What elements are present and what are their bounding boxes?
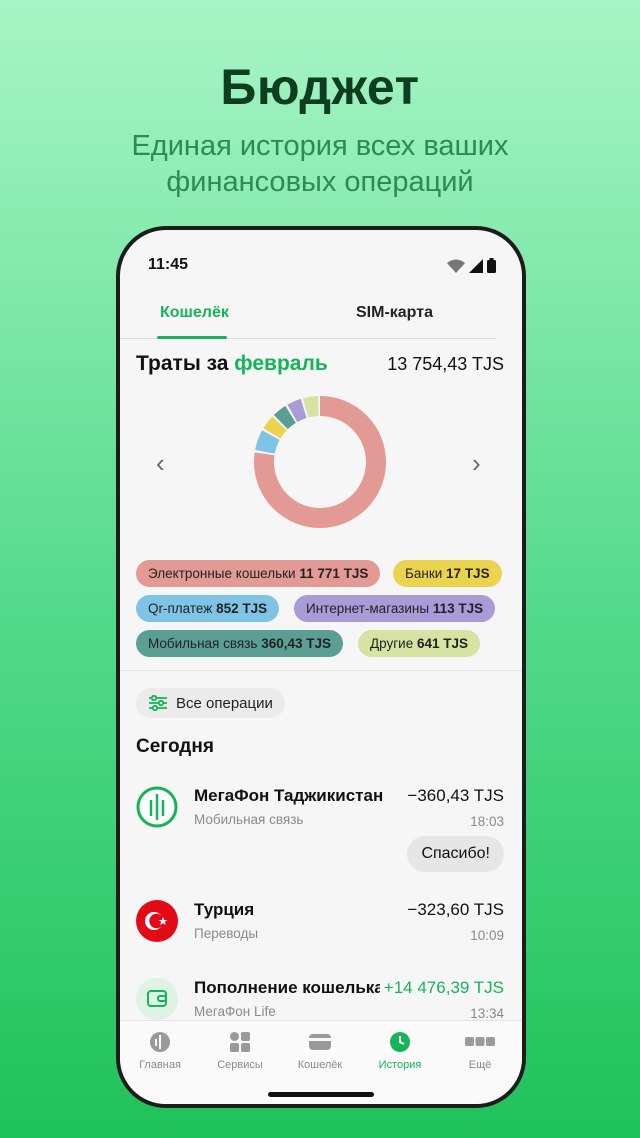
transaction-name: МегаФон Таджикистан	[194, 786, 384, 805]
megafon-logo-icon	[136, 786, 178, 828]
tabbar-more[interactable]: Ещё	[440, 1029, 520, 1071]
category-label: Электронные кошельки	[148, 566, 296, 581]
tabbar-label: История	[378, 1059, 422, 1071]
tabbar-home[interactable]: Главная	[120, 1029, 200, 1071]
tabbar-wallet[interactable]: Кошелёк	[280, 1029, 360, 1071]
category-chip[interactable]: Интернет-магазины 113 TJS	[294, 595, 496, 622]
transaction-category: Мобильная связь	[194, 812, 304, 827]
spending-month[interactable]: февраль	[234, 352, 327, 375]
chevron-right-icon[interactable]: ›	[472, 448, 481, 479]
battery-icon	[487, 258, 496, 273]
promo-subline-line-1: Единая история всех ваших	[131, 130, 509, 162]
wallet-icon	[136, 978, 178, 1020]
filter-sliders-icon	[149, 695, 167, 711]
wifi-icon	[447, 259, 465, 273]
transaction-amount: +14 476,39 TJS	[379, 978, 504, 998]
transaction-category: МегаФон Life	[194, 1004, 276, 1019]
transaction-category: Переводы	[194, 926, 259, 941]
donut-segment	[254, 396, 386, 528]
category-amount: 852 TJS	[216, 601, 268, 616]
active-tab-indicator	[157, 336, 227, 339]
phone-frame: 11:45 Кошелёк SIM-карта Траты за февраль…	[116, 226, 526, 1108]
category-chip[interactable]: Мобильная связь 360,43 TJS	[136, 630, 343, 657]
category-amount: 11 771 TJS	[299, 566, 369, 581]
app-screen: 11:45 Кошелёк SIM-карта Траты за февраль…	[120, 230, 522, 1104]
category-label: Банки	[405, 566, 443, 581]
promo-headline: Бюджет	[220, 59, 420, 115]
transaction-time: 13:34	[470, 1006, 504, 1021]
transaction-time: 10:09	[470, 928, 504, 943]
thanks-bubble[interactable]: Спасибо!	[407, 836, 504, 872]
services-icon	[230, 1032, 250, 1052]
category-amount: 641 TJS	[417, 636, 469, 651]
tab-wallet[interactable]: Кошелёк	[160, 304, 229, 322]
filter-label: Все операции	[176, 694, 273, 712]
category-label: Другие	[370, 636, 414, 651]
category-chip[interactable]: Qr-платеж 852 TJS	[136, 595, 280, 622]
home-indicator	[268, 1092, 374, 1097]
category-chip[interactable]: Электронные кошельки 11 771 TJS	[136, 560, 381, 587]
all-operations-filter-button[interactable]: Все операции	[136, 688, 285, 718]
section-today-heading: Сегодня	[136, 736, 214, 757]
category-label: Qr-платеж	[148, 601, 213, 616]
tab-sim-card[interactable]: SIM-карта	[356, 304, 433, 322]
turkey-flag-icon	[136, 900, 178, 942]
spending-total: 13 754,43 TJS	[387, 354, 504, 374]
transaction-name: Турция	[194, 900, 255, 919]
category-chip[interactable]: Банки 17 TJS	[393, 560, 502, 587]
category-amount: 113 TJS	[432, 601, 484, 616]
promo-subline: Единая история всех ваших финансовых опе…	[0, 128, 640, 200]
home-icon	[150, 1032, 170, 1052]
spending-title: Траты за февраль	[136, 352, 328, 376]
category-label: Интернет-магазины	[306, 601, 430, 616]
transaction-name: Пополнение кошелька	[194, 978, 384, 997]
tabbar-label: Кошелёк	[297, 1059, 343, 1071]
tabbar-history[interactable]: История	[360, 1029, 440, 1071]
status-time: 11:45	[148, 256, 189, 273]
transaction-amount: −360,43 TJS	[403, 786, 504, 806]
spending-title-prefix: Траты за	[136, 352, 229, 375]
transaction-time: 18:03	[470, 814, 504, 829]
tabbar-label: Главная	[139, 1059, 181, 1071]
tabbar-services[interactable]: Сервисы	[200, 1029, 280, 1071]
category-amount: 17 TJS	[446, 566, 490, 581]
category-chip[interactable]: Другие 641 TJS	[358, 630, 481, 657]
more-icon	[465, 1037, 495, 1046]
history-clock-icon	[390, 1032, 410, 1052]
status-icons	[447, 258, 496, 273]
section-divider	[120, 670, 522, 671]
signal-icon	[469, 258, 483, 273]
promo-subline-line-2: финансовых операций	[166, 166, 474, 198]
category-amount: 360,43 TJS	[261, 636, 331, 651]
tabbar-label: Сервисы	[217, 1059, 263, 1071]
chevron-left-icon[interactable]: ‹	[156, 448, 165, 479]
tabbar-label: Ещё	[468, 1059, 492, 1071]
transaction-row[interactable]: МегаФон Таджикистан Мобильная связь −360…	[120, 782, 522, 842]
transaction-amount: −323,60 TJS	[403, 900, 504, 920]
top-tabs: Кошелёк SIM-карта	[120, 300, 522, 340]
transaction-row[interactable]: Турция Переводы −323,60 TJS 10:09	[120, 896, 522, 956]
wallet-icon	[309, 1034, 331, 1050]
category-label: Мобильная связь	[148, 636, 258, 651]
spending-donut-chart	[254, 396, 386, 528]
